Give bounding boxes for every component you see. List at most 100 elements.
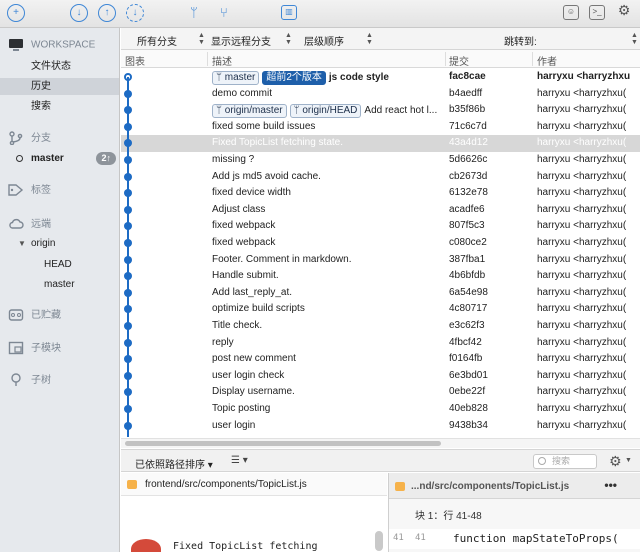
tags-section[interactable]: 标签 xyxy=(8,181,51,197)
push-icon[interactable]: ↑ xyxy=(98,4,116,22)
submodules-section[interactable]: 子模块 xyxy=(8,339,61,355)
sort-dropdown[interactable]: 已依照路径排序 ▾ xyxy=(135,456,213,471)
sidebar-item-file-status[interactable]: 文件状态 xyxy=(0,58,119,75)
table-row[interactable]: Title check. e3c62f3 harryxu <harryzhxu( xyxy=(121,318,640,335)
vertical-scrollbar[interactable] xyxy=(375,531,383,551)
code-line: 41 41 function mapStateToProps( xyxy=(389,529,640,549)
table-row[interactable]: ᛘ origin/master ᛘ origin/HEAD Add react ho… xyxy=(121,102,640,119)
table-row[interactable]: fixed webpack 807f5c3 harryxu <harryzhxu( xyxy=(121,218,640,235)
table-row[interactable]: Footer. Comment in markdown. 387fba1 harry… xyxy=(121,252,640,269)
commit-hash: 40eb828 xyxy=(449,403,488,414)
fetch-icon[interactable]: ↓ xyxy=(126,4,144,22)
branch-icon[interactable]: ᛘ xyxy=(190,4,198,22)
file-row[interactable]: frontend/src/components/TopicList.js xyxy=(121,473,387,496)
sidebar-item-origin-head[interactable]: HEAD xyxy=(0,256,119,273)
submodule-icon xyxy=(8,341,24,355)
order-dropdown[interactable]: 层级顺序 xyxy=(304,33,344,48)
settings-icon[interactable]: ⚙ xyxy=(616,3,632,19)
subtrees-section[interactable]: 子树 xyxy=(8,371,51,387)
table-row[interactable]: user login check 6e3bd01 harryxu <harryzhx… xyxy=(121,368,640,385)
branches-section[interactable]: 分支 xyxy=(8,129,51,146)
commit-hash: c080ce2 xyxy=(449,237,487,248)
sidebar-item-origin[interactable]: ▼ origin xyxy=(0,235,119,252)
commit-description: optimize build scripts xyxy=(212,303,305,315)
table-row[interactable]: optimize build scripts 4c80717 harryxu <ha… xyxy=(121,301,640,318)
table-row[interactable]: fixed some build issues 71c6c7d harryxu <h… xyxy=(121,119,640,136)
commit-author: harryxu <harryzhxu( xyxy=(537,220,627,232)
search-input[interactable]: 搜索 xyxy=(533,454,597,469)
sidebar-item-search[interactable]: 搜索 xyxy=(0,98,119,115)
commit-hash: 43a4d12 xyxy=(449,137,488,149)
gear-icon[interactable]: ⚙ xyxy=(609,453,622,470)
header-graph[interactable]: 图表 xyxy=(125,53,145,68)
commit-author: harryxu <harryzhxu( xyxy=(537,187,627,199)
commit-description: fixed webpack xyxy=(212,237,276,248)
column-divider[interactable] xyxy=(207,52,208,66)
commit-hash: b4aedff xyxy=(449,87,483,99)
commit-hash: 71c6c7d xyxy=(449,120,487,132)
header-description[interactable]: 描述 xyxy=(212,53,232,68)
pull-icon[interactable]: ↓ xyxy=(70,4,88,22)
workspace-section: WORKSPACE xyxy=(8,38,95,52)
column-divider[interactable] xyxy=(532,52,533,66)
commit-hash: 6132e78 xyxy=(449,187,488,199)
table-row[interactable]: post new comment f0164fb harryxu <harryzhx… xyxy=(121,351,640,368)
new-line-number: 41 xyxy=(415,533,426,543)
stashes-section[interactable]: 已贮藏 xyxy=(8,306,61,322)
branch-filter-dropdown[interactable]: 所有分支 xyxy=(137,33,177,48)
table-row[interactable]: Topic posting 40eb828 harryxu <harryzhxu( xyxy=(121,401,640,418)
table-row[interactable]: reply 4fbcf42 harryxu <harryzhxu( xyxy=(121,335,640,352)
commit-description: Adjust class xyxy=(212,203,266,215)
add-icon[interactable]: + xyxy=(7,4,25,22)
commit-author: harryxu <harryzhxu( xyxy=(537,87,627,99)
table-row[interactable]: missing ? 5d6626c harryxu <harryzhxu( xyxy=(121,152,640,169)
table-row[interactable]: Add js md5 avoid cache. cb2673d harryxu <h… xyxy=(121,169,640,186)
stash-icon[interactable]: ▥ xyxy=(281,5,297,20)
commit-description: fixed webpack xyxy=(212,220,276,232)
sidebar: WORKSPACE 文件状态 历史 搜索 分支 master 2↑ 标签 远端 … xyxy=(0,28,120,552)
more-options-button[interactable]: ••• xyxy=(604,478,617,492)
remote-branches-dropdown[interactable]: 显示远程分支 xyxy=(211,33,271,48)
commit-description: ᛘ master 超前2个版本 js code style xyxy=(212,71,444,85)
table-row[interactable]: fixed device width 6132e78 harryxu <harryz… xyxy=(121,185,640,202)
subtree-icon xyxy=(8,373,24,387)
commit-description: demo commit xyxy=(212,87,273,99)
scrollbar-thumb[interactable] xyxy=(125,441,441,446)
finder-icon[interactable]: ☺ xyxy=(563,5,579,20)
commit-message: Fixed TopicList fetching xyxy=(173,541,318,552)
horizontal-scrollbar[interactable] xyxy=(121,438,640,448)
jump-to-label[interactable]: 跳转到: xyxy=(504,33,537,48)
ahead-tag: 超前2个版本 xyxy=(262,71,326,85)
sidebar-item-history[interactable]: 历史 xyxy=(0,78,119,95)
header-commit[interactable]: 提交 xyxy=(449,53,469,68)
table-row[interactable]: Adjust class acadfe6 harryxu <harryzhxu( xyxy=(121,202,640,219)
column-divider[interactable] xyxy=(445,52,446,66)
commit-description: fixed device width xyxy=(212,187,291,199)
remotes-section[interactable]: 远端 xyxy=(8,215,51,231)
chevron-down-icon[interactable]: ▼ xyxy=(625,457,632,464)
table-row[interactable]: user login 9438b34 harryxu <harryzhxu( xyxy=(121,418,640,435)
commit-author: harryxu <harryzhxu( xyxy=(537,320,627,331)
table-row[interactable]: fixed webpack c080ce2 harryxu <harryzhxu( xyxy=(121,235,640,252)
table-row[interactable]: Add last_reply_at. 6a54e98 harryxu <harryz… xyxy=(121,285,640,302)
commit-author: harryxu <harryzhxu( xyxy=(537,253,627,265)
table-row[interactable]: Fixed TopicList fetching state. 43a4d12 ha… xyxy=(121,135,640,152)
sidebar-item-origin-master[interactable]: master xyxy=(0,276,119,293)
table-row[interactable]: demo commit b4aedff harryxu <harryzhxu( xyxy=(121,86,640,103)
table-row[interactable]: Display username. 0ebe22f harryxu <harryzh… xyxy=(121,384,640,401)
list-view-icon[interactable]: ☰ ▾ xyxy=(231,455,248,466)
monitor-icon xyxy=(8,38,24,52)
disclosure-triangle-icon[interactable]: ▼ xyxy=(18,235,26,252)
remote-branch-tag: ᛘ origin/HEAD xyxy=(289,104,362,119)
commit-description: reply xyxy=(212,336,234,348)
table-row[interactable]: ᛘ master 超前2个版本 js code style fac8cae harryx… xyxy=(121,69,640,86)
header-author[interactable]: 作者 xyxy=(537,53,557,68)
old-line-number: 41 xyxy=(393,533,404,543)
sidebar-item-master[interactable]: master 2↑ xyxy=(0,150,119,167)
terminal-icon[interactable]: >_ xyxy=(589,5,605,20)
merge-icon[interactable]: ⑂ xyxy=(220,4,228,22)
search-icon xyxy=(538,457,546,465)
commit-hash: fac8cae xyxy=(449,71,486,82)
commit-description: Title check. xyxy=(212,320,263,331)
table-row[interactable]: Handle submit. 4b6bfdb harryxu <harryzhxu( xyxy=(121,268,640,285)
